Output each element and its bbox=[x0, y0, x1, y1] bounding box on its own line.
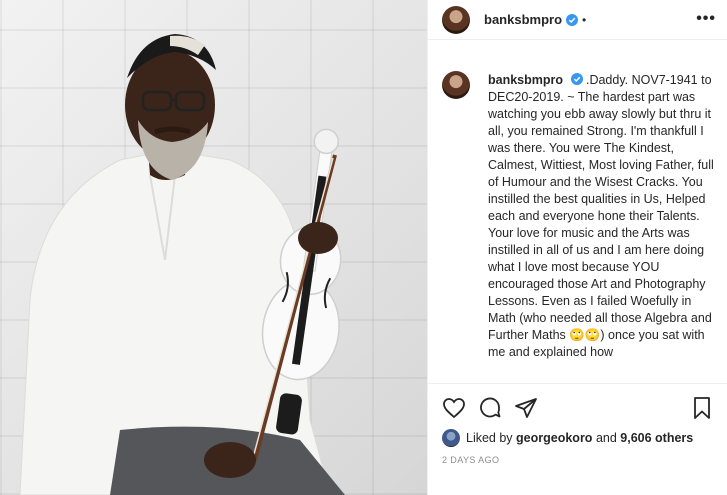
caption-text-block: banksbmpro .Daddy. NOV7-1941 to DEC20-20… bbox=[488, 72, 716, 361]
post-side-panel: banksbmpro • ••• banksbmpro .Daddy. NOV7… bbox=[427, 0, 727, 495]
liked-by-and: and bbox=[595, 431, 617, 445]
liker-avatar[interactable] bbox=[442, 429, 460, 447]
post-header: banksbmpro • ••• bbox=[428, 0, 727, 40]
header-separator: • bbox=[582, 12, 587, 27]
divider bbox=[428, 383, 727, 384]
photo-illustration bbox=[19, 34, 345, 495]
heart-icon[interactable] bbox=[442, 396, 466, 420]
verified-badge-icon bbox=[570, 73, 583, 85]
likes-count-link[interactable]: 9,606 others bbox=[620, 431, 693, 445]
action-bar bbox=[442, 396, 714, 420]
caption-avatar[interactable] bbox=[442, 71, 470, 99]
caption-text: .Daddy. NOV7-1941 to DEC20-2019. ~ The h… bbox=[488, 73, 714, 359]
liked-by-user-link[interactable]: georgeokoro bbox=[516, 431, 592, 445]
avatar[interactable] bbox=[442, 5, 470, 34]
liked-by-prefix: Liked by bbox=[466, 431, 513, 445]
likes-summary: Liked by georgeokoro and 9,606 others bbox=[442, 428, 693, 448]
verified-badge-icon bbox=[566, 13, 579, 26]
more-options-icon[interactable]: ••• bbox=[696, 10, 716, 28]
caption-username-link[interactable]: banksbmpro bbox=[488, 73, 563, 87]
post-timestamp[interactable]: 2 DAYS AGO bbox=[442, 455, 499, 465]
share-icon[interactable] bbox=[514, 396, 538, 420]
username-link[interactable]: banksbmpro bbox=[484, 12, 562, 27]
bookmark-icon[interactable] bbox=[690, 396, 714, 420]
comment-icon[interactable] bbox=[478, 396, 502, 420]
post-photo[interactable] bbox=[0, 0, 427, 495]
caption-section: banksbmpro .Daddy. NOV7-1941 to DEC20-20… bbox=[428, 58, 727, 383]
